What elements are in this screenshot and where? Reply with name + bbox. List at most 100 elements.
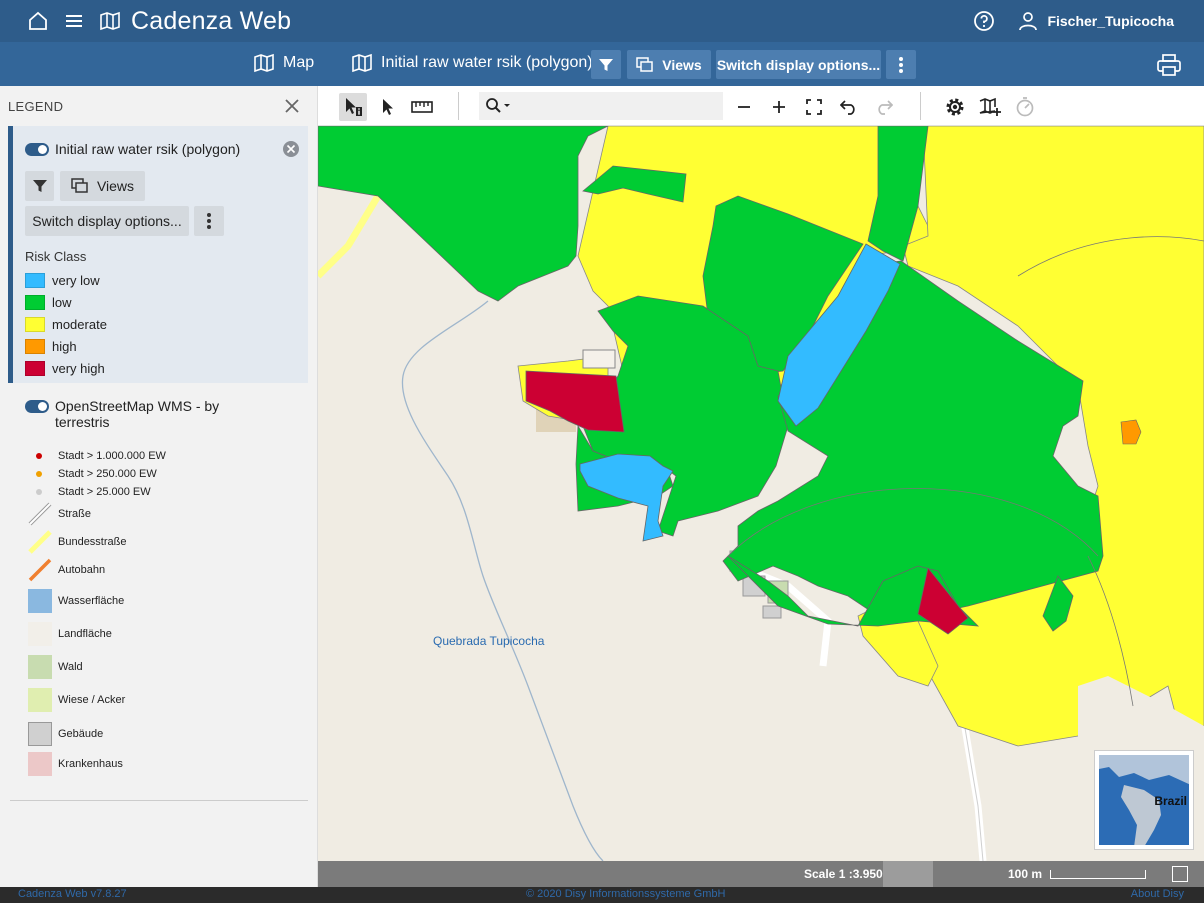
- map-add-icon: [979, 97, 1001, 116]
- legend-divider: [10, 800, 308, 801]
- undo-button[interactable]: [835, 93, 863, 121]
- footer-about-link[interactable]: About Disy: [1131, 888, 1184, 900]
- views-button[interactable]: Views: [627, 50, 711, 79]
- risk-label: very low: [52, 272, 100, 288]
- info-select-tool[interactable]: [339, 93, 367, 121]
- more-vertical-icon: [207, 213, 211, 229]
- risk-class-item: very low: [25, 269, 107, 291]
- overview-map-image: Brazil: [1099, 755, 1189, 845]
- osm-label: Wald: [58, 661, 83, 673]
- layer-visibility-toggle[interactable]: [25, 142, 49, 156]
- zoom-in-button[interactable]: [765, 93, 793, 121]
- tab-layer-label: Initial raw water rsik (polygon): [381, 54, 593, 71]
- views-label: Views: [662, 56, 702, 73]
- osm-legend-item: Stadt > 1.000.000 EW: [28, 450, 166, 462]
- settings-button[interactable]: [941, 93, 969, 121]
- map-search-input[interactable]: [527, 98, 717, 114]
- small-parcel: [582, 349, 616, 369]
- layer-visibility-toggle[interactable]: [25, 400, 49, 413]
- layer-views-label: Views: [96, 178, 135, 194]
- water-area-swatch: [28, 589, 52, 613]
- hospital-area-swatch: [28, 752, 52, 776]
- app-title: Cadenza Web: [131, 6, 292, 35]
- osm-label: Landfläche: [58, 628, 112, 640]
- full-extent-button[interactable]: [800, 93, 828, 121]
- road-line-icon: [28, 502, 52, 526]
- place-label: Quebrada Tupicocha: [433, 634, 545, 648]
- add-map-layer-button[interactable]: [976, 93, 1004, 121]
- timer-button[interactable]: [1011, 93, 1039, 121]
- scale-input-box[interactable]: [883, 861, 933, 887]
- risk-class-item: high: [25, 335, 107, 357]
- map-search[interactable]: [479, 92, 723, 120]
- osm-legend-item: Wasserfläche: [28, 589, 124, 613]
- gear-icon: [946, 98, 964, 116]
- filter-button[interactable]: [591, 50, 621, 79]
- footer-copyright[interactable]: © 2020 Disy Informationssysteme GmbH: [526, 888, 725, 900]
- city-dot-icon: [36, 453, 42, 459]
- app-header: Cadenza Web Fischer_Tupicocha: [0, 0, 1204, 42]
- polygon-map-icon: [352, 53, 372, 73]
- measure-tool[interactable]: [408, 93, 436, 121]
- risk-class-list: very low low moderate high very high: [25, 269, 107, 379]
- building-area-swatch: [28, 722, 52, 746]
- plus-icon: [773, 101, 785, 113]
- user-icon[interactable]: [1017, 10, 1039, 32]
- undo-icon: [840, 100, 855, 115]
- overview-map[interactable]: Brazil: [1094, 750, 1194, 850]
- map-subbar: Map Initial raw water rsik (polygon) Vie…: [0, 42, 1204, 86]
- layer-filter-button[interactable]: [25, 171, 54, 201]
- tab-layer[interactable]: Initial raw water rsik (polygon): [351, 53, 593, 73]
- toolbar-divider: [920, 92, 921, 120]
- print-button[interactable]: [1156, 53, 1182, 82]
- tab-map[interactable]: Map: [253, 53, 314, 73]
- highway-line-icon: [28, 530, 52, 554]
- help-icon[interactable]: [973, 10, 995, 32]
- close-icon[interactable]: [284, 98, 300, 119]
- overview-label: Brazil: [1154, 794, 1187, 808]
- layer-more-button[interactable]: [194, 206, 224, 236]
- forest-area-swatch: [28, 655, 52, 679]
- city-dot-icon: [36, 471, 42, 477]
- osm-label: Wiese / Acker: [58, 694, 126, 706]
- risk-swatch: [25, 316, 45, 332]
- hamburger-menu-icon[interactable]: [63, 10, 85, 32]
- osm-label: Stadt > 250.000 EW: [58, 468, 157, 480]
- risk-polygon-low: [318, 126, 609, 302]
- osm-label: Straße: [58, 508, 92, 520]
- osm-label: Wasserfläche: [58, 595, 125, 607]
- switch-display-options-button[interactable]: Switch display options...: [716, 50, 881, 79]
- osm-label: Autobahn: [58, 564, 106, 576]
- scale-bar: Scale 1 :3.950 100 m: [318, 861, 1204, 887]
- footer-version[interactable]: Cadenza Web v7.8.27: [18, 888, 127, 900]
- layer-views-button[interactable]: Views: [60, 171, 145, 201]
- osm-label: Gebäude: [58, 728, 104, 740]
- osm-legend-item: Straße: [28, 502, 91, 526]
- home-icon[interactable]: [27, 10, 49, 32]
- footer: Cadenza Web v7.8.27 © 2020 Disy Informat…: [0, 887, 1204, 903]
- filter-icon: [32, 180, 47, 192]
- expand-overview-icon[interactable]: [1172, 866, 1188, 882]
- user-name[interactable]: Fischer_Tupicocha: [1047, 13, 1174, 29]
- zoom-out-button[interactable]: [730, 93, 758, 121]
- layer-osm-label-line2: terrestris: [55, 414, 110, 430]
- risk-swatch: [25, 338, 45, 354]
- osm-legend-item: Bundesstraße: [28, 530, 126, 554]
- select-tool[interactable]: [374, 93, 402, 121]
- map-canvas[interactable]: Quebrada Tupicocha Brazil: [318, 126, 1204, 861]
- risk-class-title: Risk Class: [25, 249, 87, 264]
- more-vertical-icon: [899, 56, 903, 73]
- risk-label: low: [52, 294, 72, 310]
- osm-legend-item: Wiese / Acker: [28, 688, 125, 712]
- osm-legend-item: Landfläche: [28, 622, 112, 646]
- layer-switch-display-button[interactable]: Switch display options...: [25, 206, 189, 236]
- more-options-button[interactable]: [886, 50, 916, 79]
- printer-icon: [1157, 54, 1181, 76]
- osm-label: Stadt > 1.000.000 EW: [58, 450, 166, 462]
- redo-button[interactable]: [870, 93, 898, 121]
- risk-class-item: very high: [25, 357, 107, 379]
- remove-layer-icon[interactable]: [282, 140, 300, 163]
- osm-legend-item: Stadt > 25.000 EW: [28, 486, 151, 498]
- risk-label: moderate: [52, 316, 107, 332]
- filter-icon: [599, 58, 613, 71]
